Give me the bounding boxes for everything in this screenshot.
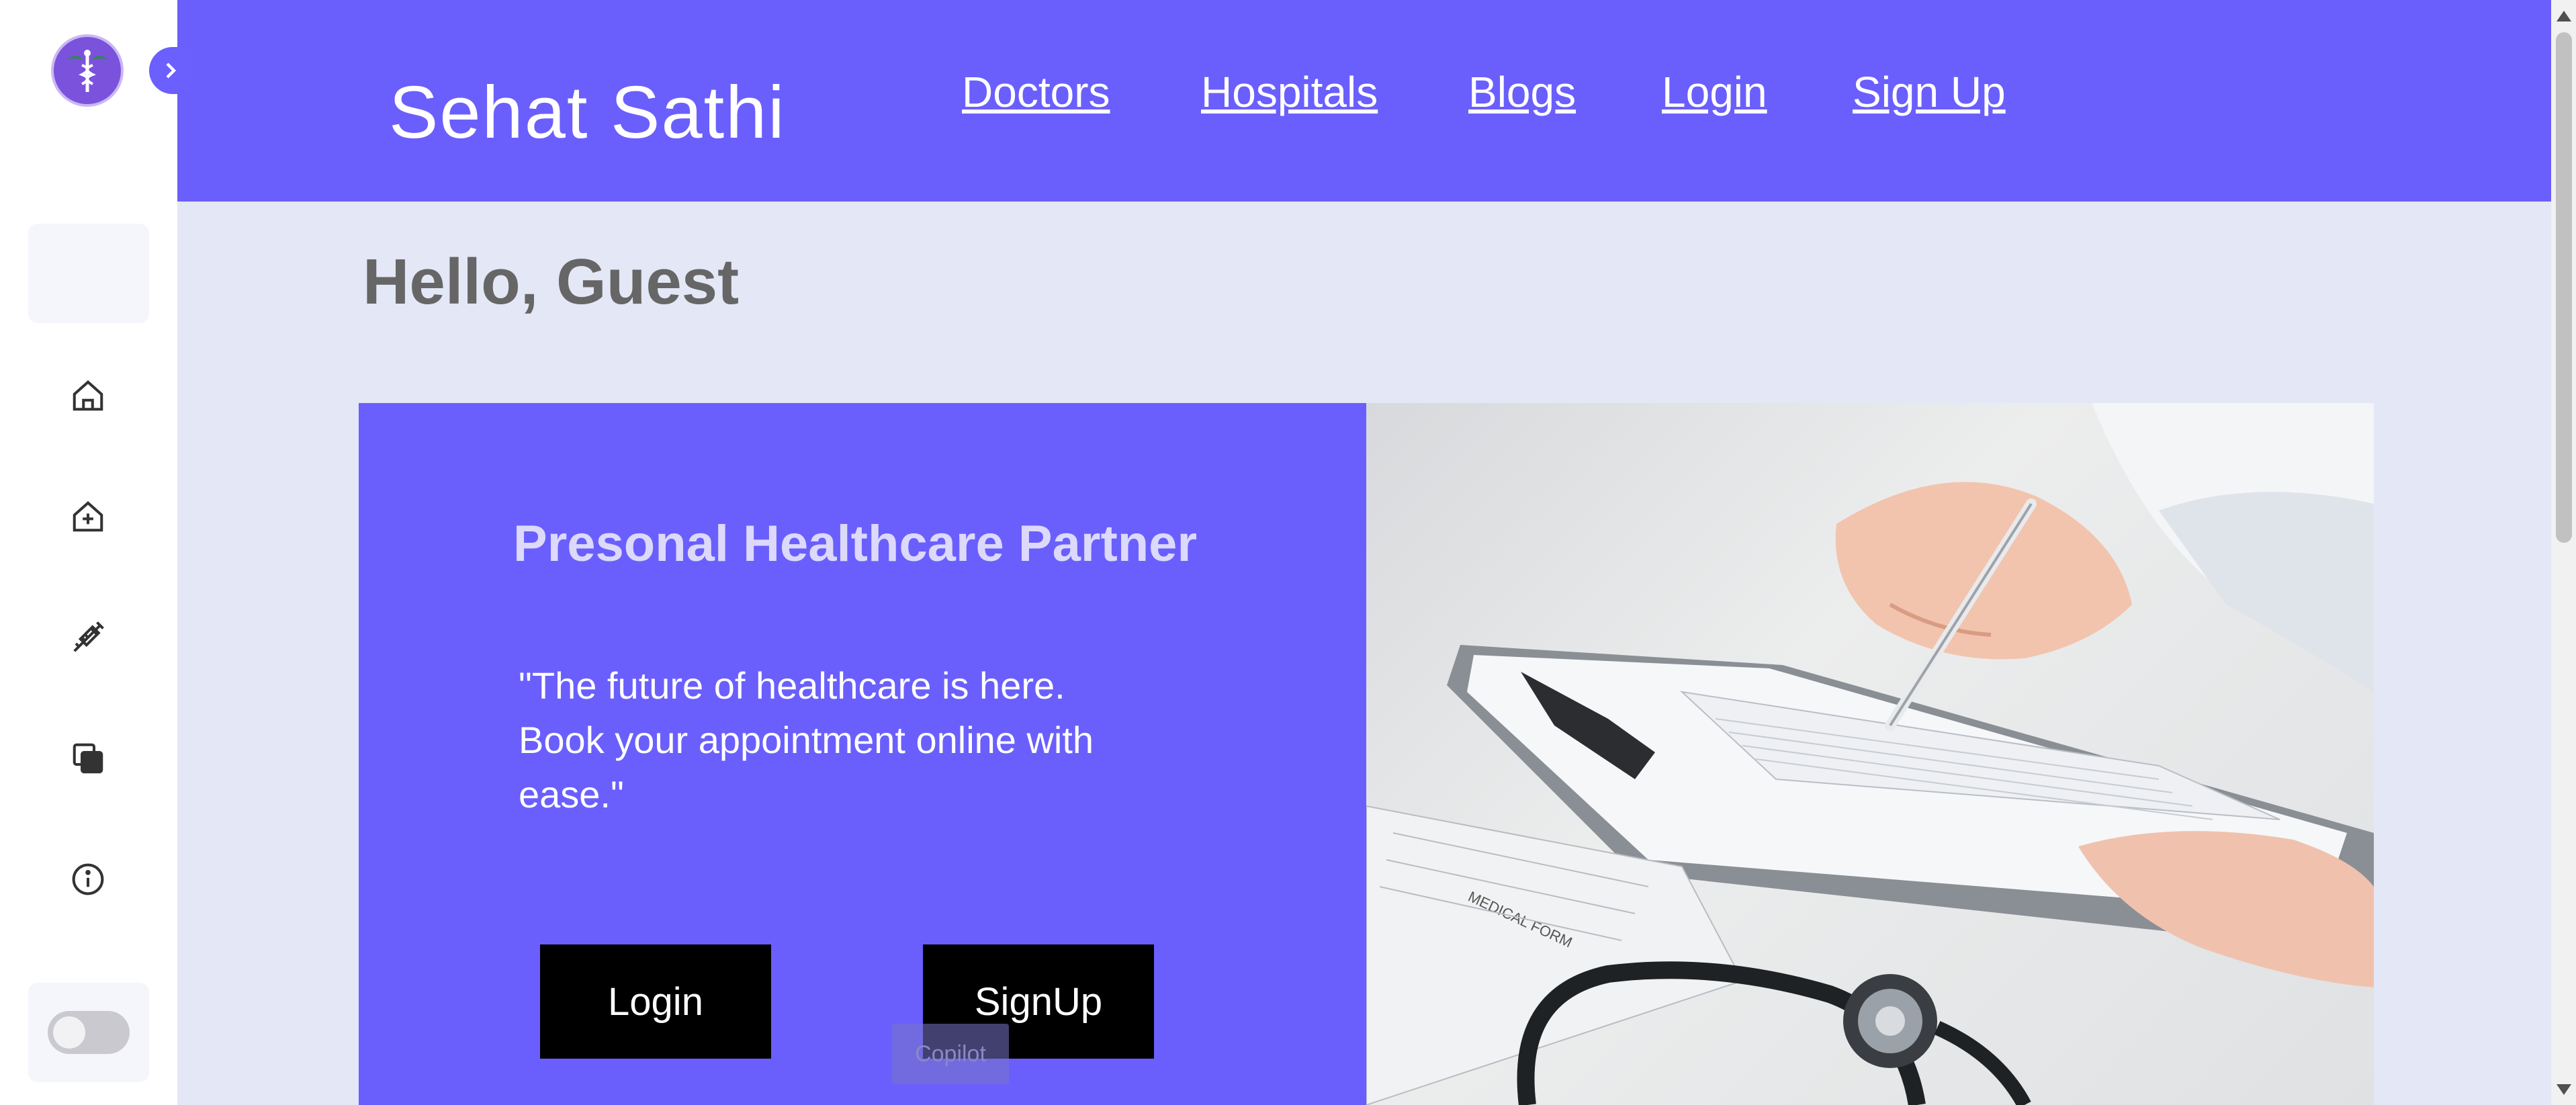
nav-blogs[interactable]: Blogs (1468, 67, 1576, 117)
copilot-overlay-button[interactable]: Copilot (892, 1024, 1009, 1084)
sidebar-expand-button[interactable] (149, 47, 192, 94)
caduceus-icon (67, 50, 107, 92)
hero-quote: "The future of healthcare is here. Book … (519, 664, 1094, 815)
scroll-up-arrow-icon[interactable] (2557, 11, 2571, 21)
hospital-icon (73, 501, 103, 532)
brand-title[interactable]: Sehat Sathi (389, 70, 786, 155)
doctor-writing-illustration: MEDICAL FORM (1366, 403, 2374, 1105)
login-button[interactable]: Login (540, 944, 771, 1059)
toggle-knob (53, 1016, 85, 1049)
page-scrollbar[interactable] (2551, 0, 2576, 1105)
app-logo[interactable] (51, 34, 124, 107)
hero-title: Presonal Healthcare Partner (513, 515, 1198, 572)
nav-signup[interactable]: Sign Up (1853, 67, 2006, 117)
chevron-right-icon (166, 62, 177, 79)
sidebar-item-about[interactable] (64, 856, 112, 903)
sidebar-item-home[interactable] (64, 372, 112, 419)
sidebar-search-slot[interactable] (28, 224, 149, 323)
copy-icon (73, 743, 103, 774)
sidebar-item-records[interactable] (64, 735, 112, 782)
hero-panel: Presonal Healthcare Partner "The future … (359, 403, 1366, 1105)
nav-hospitals[interactable]: Hospitals (1201, 67, 1378, 117)
info-icon (72, 863, 104, 895)
home-icon (73, 380, 103, 411)
scroll-down-arrow-icon[interactable] (2557, 1084, 2571, 1095)
greeting-heading: Hello, Guest (363, 246, 740, 318)
sidebar-item-hospital[interactable] (64, 493, 112, 540)
top-navbar: Sehat Sathi Doctors Hospitals Blogs Logi… (177, 0, 2551, 202)
hero-image: MEDICAL FORM (1366, 403, 2374, 1105)
theme-toggle[interactable] (48, 1011, 130, 1054)
syringe-icon (73, 621, 104, 652)
nav-login[interactable]: Login (1662, 67, 1767, 117)
theme-toggle-container (28, 983, 149, 1082)
sidebar-item-vaccines[interactable] (64, 614, 112, 661)
nav-doctors[interactable]: Doctors (962, 67, 1110, 117)
scroll-thumb[interactable] (2556, 32, 2572, 543)
sidebar (0, 0, 177, 1105)
